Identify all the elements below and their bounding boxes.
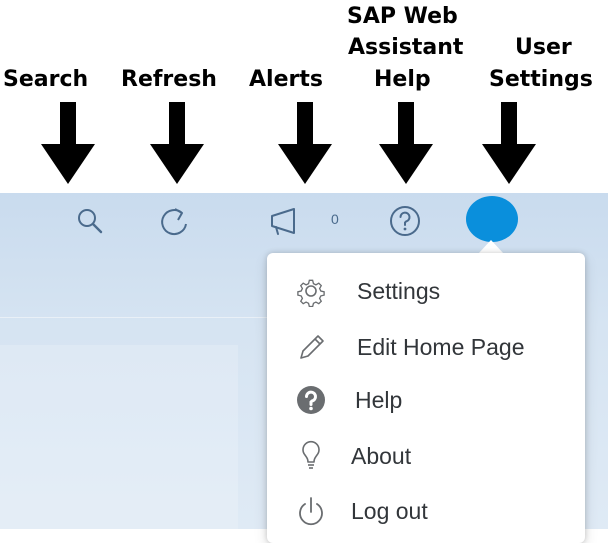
- power-icon: [295, 495, 327, 527]
- lightbulb-icon: [295, 440, 327, 472]
- question-filled-icon: [295, 384, 327, 416]
- arrow-alerts: [278, 102, 332, 184]
- question-circle-icon: [390, 206, 420, 236]
- menu-item-log-out[interactable]: Log out: [267, 485, 585, 537]
- menu-item-edit-home-page[interactable]: Edit Home Page: [267, 321, 585, 373]
- arrow-search: [41, 102, 95, 184]
- megaphone-icon: [271, 208, 295, 235]
- menu-item-about[interactable]: About: [267, 430, 585, 482]
- annotation-assistant-line3: Help: [374, 67, 431, 92]
- arrow-refresh: [150, 102, 204, 184]
- annotation-refresh: Refresh: [121, 67, 217, 92]
- pencil-icon: [295, 331, 327, 363]
- menu-item-label: Settings: [357, 278, 441, 304]
- annotation-assistant-line2: Assistant: [348, 35, 464, 60]
- user-avatar-button[interactable]: [466, 196, 518, 242]
- arrow-assistant: [379, 102, 433, 184]
- menu-item-label: About: [351, 443, 412, 469]
- background-tile: [0, 345, 238, 529]
- annotation-assistant-line1: SAP Web: [347, 4, 458, 29]
- menu-item-label: Edit Home Page: [357, 334, 525, 360]
- shell-toolbar: 0: [0, 193, 608, 249]
- annotation-alerts: Alerts: [249, 67, 323, 92]
- gear-icon: [295, 275, 327, 307]
- popover-arrow: [478, 240, 504, 254]
- search-icon: [78, 209, 103, 234]
- user-settings-menu: Settings Edit Home Page Help About Log o…: [267, 253, 585, 543]
- web-assistant-help-button[interactable]: [383, 201, 427, 241]
- divider: [0, 317, 268, 318]
- menu-item-help[interactable]: Help: [267, 374, 585, 426]
- alerts-count: 0: [331, 211, 339, 227]
- menu-item-settings[interactable]: Settings: [267, 265, 585, 317]
- arrow-user-settings: [482, 102, 536, 184]
- annotation-user-line2: Settings: [489, 67, 593, 92]
- refresh-button[interactable]: [152, 201, 196, 241]
- annotation-search: Search: [3, 67, 89, 92]
- menu-item-label: Help: [355, 387, 403, 413]
- search-button[interactable]: [68, 201, 112, 241]
- alerts-button[interactable]: [262, 201, 306, 241]
- refresh-icon: [161, 208, 187, 236]
- annotation-user-line1: User: [515, 35, 572, 60]
- menu-item-label: Log out: [351, 498, 428, 524]
